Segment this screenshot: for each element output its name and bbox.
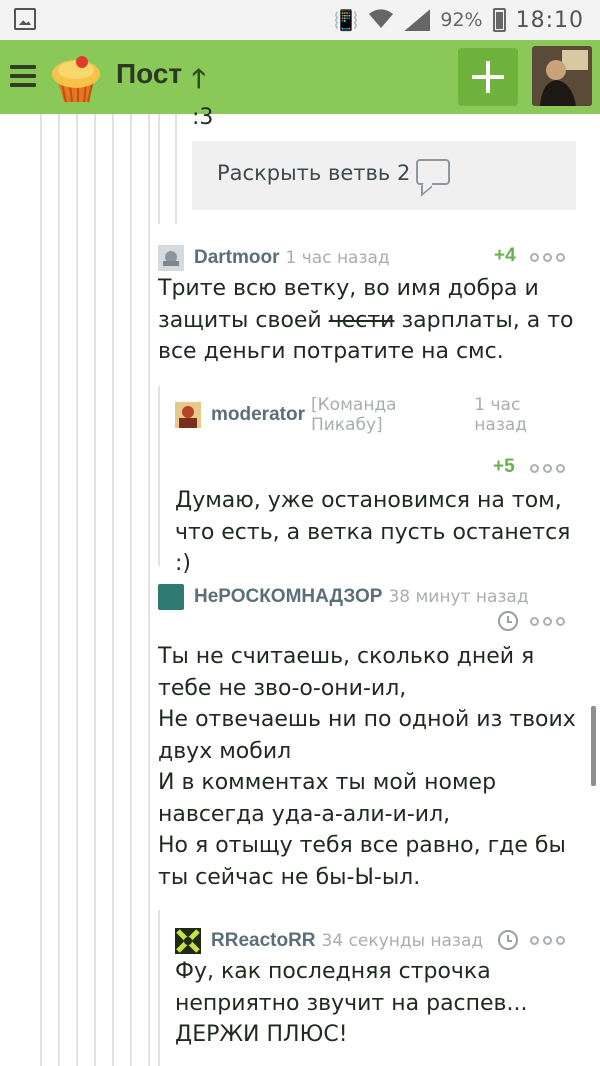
battery-percent: 92%	[440, 9, 483, 31]
clock-icon	[498, 930, 518, 950]
comment: НеРОСКОМНАДЗОР 38 минут назад Ты не счит…	[158, 583, 578, 893]
comment: RReactoRR 34 секунды назад Фу, как после…	[175, 927, 575, 1051]
thread-line[interactable]	[76, 114, 78, 1066]
previous-comment-tail: :3	[192, 105, 214, 130]
more-options-icon[interactable]	[530, 617, 565, 626]
comment-author[interactable]: НеРОСКОМНАДЗОР	[194, 586, 382, 608]
comment-line: Ты не считаешь, сколько дней я тебе не з…	[158, 644, 535, 701]
more-options-icon[interactable]	[530, 253, 565, 262]
comment: moderator [Команда Пикабу] 1 час назад +…	[175, 395, 575, 580]
comment-time: 38 минут назад	[388, 587, 529, 607]
avatar[interactable]	[175, 928, 201, 954]
comment-text: Думаю, уже остановимся на том, что есть,…	[175, 488, 571, 576]
vibrate-icon: 📳	[333, 8, 359, 32]
comment-time: 1 час назад	[474, 395, 528, 435]
avatar[interactable]	[158, 245, 184, 271]
comment-bubble-icon	[416, 159, 450, 185]
thread-line[interactable]	[94, 114, 96, 1066]
thread-line[interactable]	[130, 114, 132, 1066]
thread-line[interactable]	[158, 910, 160, 1066]
add-post-button[interactable]	[458, 48, 518, 106]
pikabu-logo[interactable]	[48, 50, 104, 106]
comment-line: И в комментах ты мой номер навсегда уда-…	[158, 770, 497, 827]
comment-rating: +5	[493, 456, 515, 477]
avatar[interactable]	[158, 584, 184, 610]
thread-line[interactable]	[158, 386, 160, 566]
menu-icon[interactable]	[10, 65, 36, 87]
comment: Dartmoor 1 час назад +4 Трите всю ветку,…	[158, 244, 578, 368]
comment-author[interactable]: Dartmoor	[194, 247, 280, 269]
expand-branch-button[interactable]: Раскрыть ветвь 2	[192, 141, 576, 210]
comment-text: Ты не считаешь, сколько дней я тебе не з…	[158, 641, 578, 893]
expand-branch-label: Раскрыть ветвь	[217, 161, 391, 185]
battery-icon	[492, 8, 506, 32]
comment-rating: +4	[494, 245, 516, 266]
wifi-icon	[368, 7, 394, 34]
thread-line[interactable]	[40, 114, 42, 1066]
comment-author[interactable]: RReactoRR	[211, 930, 316, 952]
more-options-icon[interactable]	[530, 936, 565, 945]
comment-text: Трите всю ветку, во имя добра и защиты с…	[158, 276, 574, 364]
comment-author[interactable]: moderator	[211, 404, 305, 426]
reply-count: 2	[397, 161, 411, 185]
user-avatar[interactable]	[532, 46, 592, 106]
moderator-badge: [Команда Пикабу]	[310, 395, 397, 435]
scroll-up-arrow-icon[interactable]: 🡑	[192, 60, 206, 104]
page-title: Пост	[116, 58, 183, 89]
app-header: Пост 🡑	[0, 40, 600, 114]
thread-line[interactable]	[58, 114, 60, 1066]
comment-time: 34 секунды назад	[321, 931, 484, 951]
status-bar: 📳 92% 18:10	[0, 0, 600, 40]
comment-time: 1 час назад	[285, 248, 390, 268]
comment-line: Не отвечаешь ни по одной из твоих двух м…	[158, 707, 576, 764]
comment-text: Фу, как последняя строчка неприятно звуч…	[175, 959, 528, 1047]
thread-line[interactable]	[175, 114, 177, 224]
comment-line: Но я отыщу тебя все равно, где бы ты сей…	[158, 833, 566, 890]
scrollbar[interactable]	[591, 706, 596, 786]
avatar[interactable]	[175, 402, 201, 428]
thread-line[interactable]	[148, 114, 150, 1066]
thread-line[interactable]	[112, 114, 114, 1066]
clock-icon	[498, 611, 518, 631]
more-options-icon[interactable]	[530, 464, 565, 473]
clock-time: 18:10	[515, 7, 584, 33]
signal-icon	[404, 9, 431, 31]
thread-line[interactable]	[158, 114, 160, 224]
gallery-notification-icon	[14, 8, 36, 30]
